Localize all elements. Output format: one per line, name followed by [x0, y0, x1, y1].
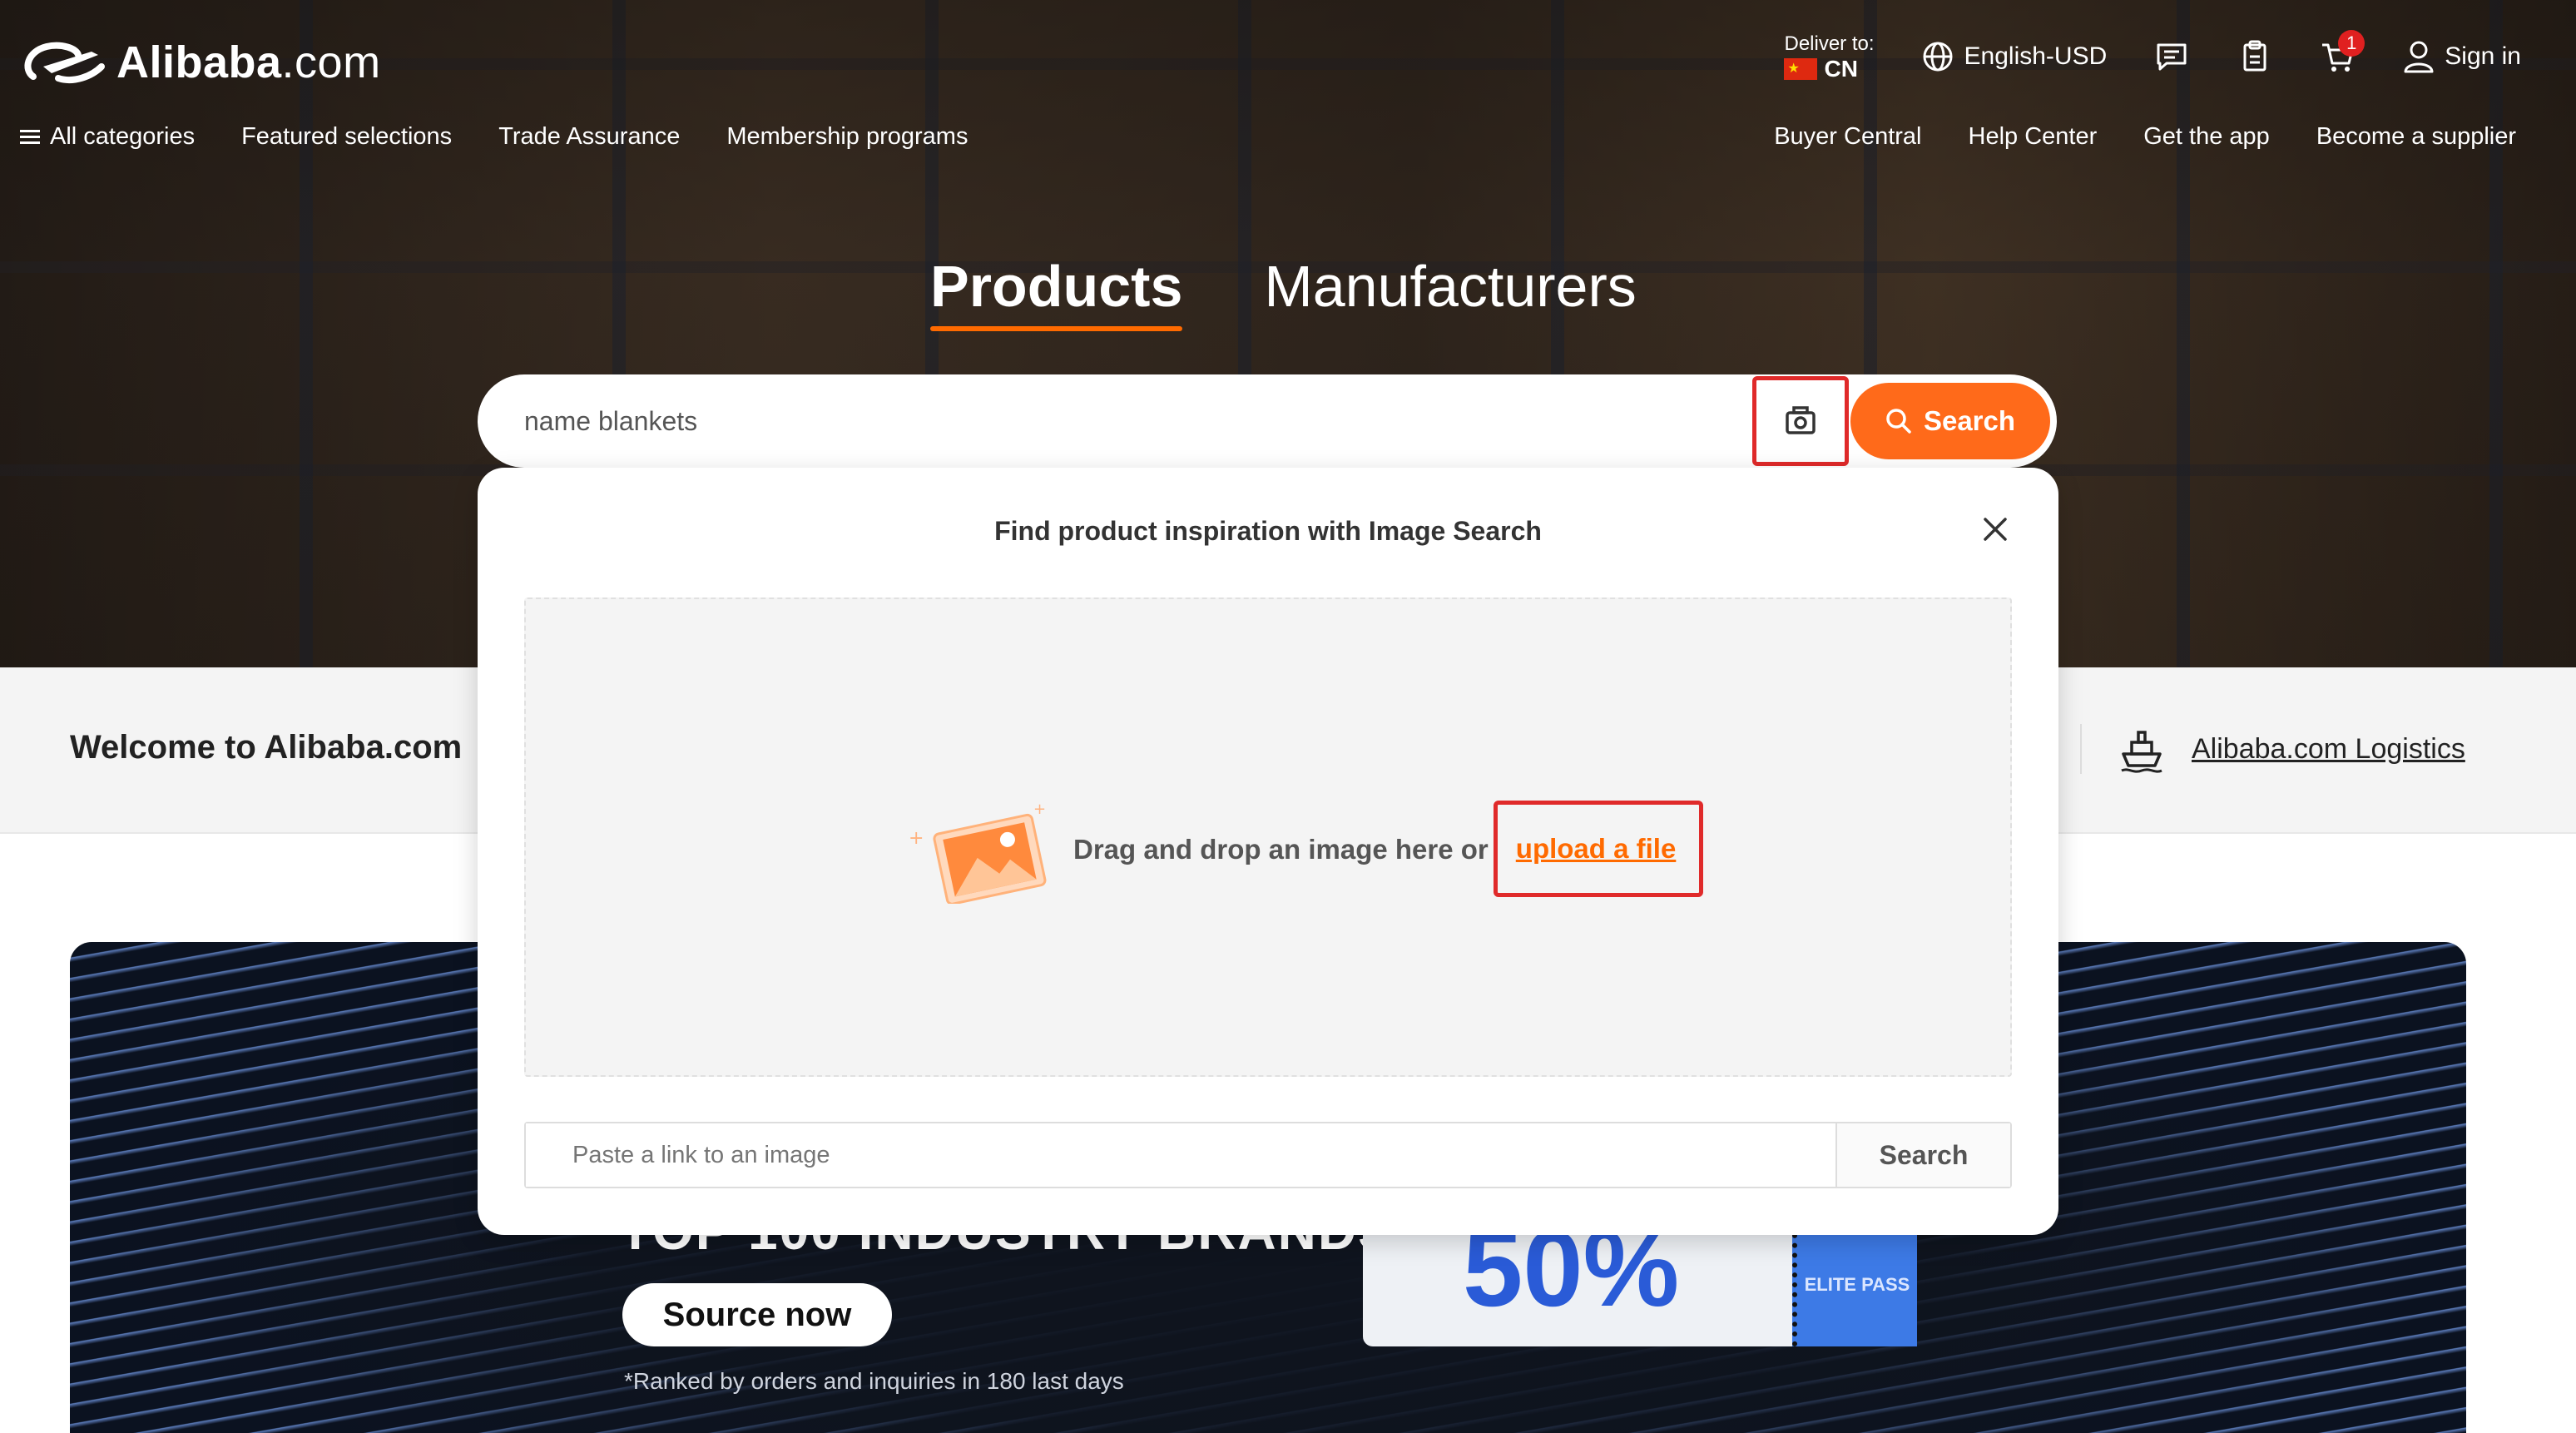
- search-type-tabs: Products Manufacturers: [930, 253, 1637, 331]
- china-flag-icon: [1784, 57, 1818, 82]
- welcome-title: Welcome to Alibaba.com: [70, 729, 463, 766]
- language-currency-label: English-USD: [1964, 42, 2108, 70]
- image-search-modal: Find product inspiration with Image Sear…: [478, 468, 2058, 1235]
- deliver-to-selector[interactable]: Deliver to: CN: [1784, 32, 1875, 82]
- sign-in-label: Sign in: [2445, 42, 2521, 70]
- image-url-row: Search: [524, 1122, 2012, 1188]
- message-icon: [2157, 43, 2187, 71]
- clipboard-icon: [2243, 40, 2266, 72]
- svg-text:+: +: [1033, 801, 1046, 818]
- hamburger-icon: [20, 129, 40, 144]
- search-icon: [1886, 409, 1911, 434]
- upload-file-highlight: upload a file: [1493, 801, 1704, 897]
- nav-get-the-app[interactable]: Get the app: [2143, 123, 2270, 151]
- logistics-divider: [2080, 724, 2082, 774]
- logistics-entry: Alibaba.com Logistics: [2080, 724, 2465, 774]
- ship-icon: [2121, 731, 2162, 773]
- image-url-search-button[interactable]: Search: [1835, 1123, 2010, 1187]
- discount-ticket: 50% ELITE PASS: [1363, 1207, 1917, 1346]
- header-utility-bar: Deliver to: CN English-USD: [1784, 30, 2521, 82]
- image-drop-zone[interactable]: + + Drag and drop an image here or uploa…: [524, 597, 2012, 1077]
- messages-button[interactable]: [2153, 38, 2190, 75]
- nav-buyer-central[interactable]: Buyer Central: [1774, 123, 1921, 151]
- source-now-button[interactable]: Source now: [622, 1283, 892, 1346]
- deliver-country: CN: [1824, 56, 1858, 82]
- nav-become-a-supplier[interactable]: Become a supplier: [2316, 123, 2516, 151]
- cart-button[interactable]: 1: [2320, 30, 2365, 75]
- search-button[interactable]: Search: [1850, 383, 2050, 459]
- search-bar: Search: [478, 374, 2057, 468]
- nav-help-center[interactable]: Help Center: [1969, 123, 2098, 151]
- camera-icon: [1786, 406, 1816, 434]
- drop-text: Drag and drop an image here or: [1073, 834, 1489, 865]
- language-currency-selector[interactable]: English-USD: [1921, 40, 2108, 73]
- svg-text:+: +: [909, 828, 924, 849]
- nav-trade-assurance[interactable]: Trade Assurance: [498, 123, 680, 151]
- ticket-stub: ELITE PASS: [1792, 1223, 1917, 1346]
- main-nav-right: Buyer Central Help Center Get the app Be…: [1774, 123, 2516, 151]
- search-button-label: Search: [1923, 405, 2016, 436]
- main-nav-left: All categories Featured selections Trade…: [20, 123, 968, 151]
- drop-instructions: Drag and drop an image here or upload a …: [1073, 801, 1704, 897]
- nav-membership-programs[interactable]: Membership programs: [726, 123, 968, 151]
- drop-zone-content: + + Drag and drop an image here or uploa…: [909, 796, 1704, 904]
- alibaba-logo-icon: [24, 42, 105, 84]
- all-categories-menu[interactable]: All categories: [20, 123, 195, 151]
- tab-products[interactable]: Products: [930, 253, 1183, 331]
- banner-footnote: *Ranked by orders and inquiries in 180 l…: [624, 1368, 1124, 1394]
- sign-in-button[interactable]: Sign in: [2403, 40, 2521, 73]
- deliver-label: Deliver to:: [1784, 32, 1875, 55]
- modal-close-button[interactable]: [1977, 511, 2014, 548]
- logistics-link[interactable]: Alibaba.com Logistics: [2192, 733, 2465, 766]
- image-search-button[interactable]: [1752, 376, 1849, 466]
- image-url-input[interactable]: [526, 1123, 1835, 1187]
- upload-file-link[interactable]: upload a file: [1516, 833, 1677, 864]
- image-upload-icon: + +: [909, 801, 1047, 904]
- logo-wordmark: Alibaba.com: [116, 37, 381, 87]
- all-categories-label: All categories: [50, 123, 196, 150]
- modal-title: Find product inspiration with Image Sear…: [994, 516, 1542, 546]
- nav-featured-selections[interactable]: Featured selections: [241, 123, 452, 151]
- close-icon: [1984, 518, 2007, 541]
- search-input[interactable]: [524, 374, 1772, 468]
- user-icon: [2404, 41, 2434, 73]
- cart-count-badge: 1: [2338, 30, 2365, 57]
- orders-button[interactable]: [2237, 38, 2273, 75]
- globe-icon: [1923, 42, 1953, 72]
- alibaba-logo[interactable]: Alibaba.com: [18, 33, 381, 92]
- tab-manufacturers[interactable]: Manufacturers: [1264, 253, 1636, 331]
